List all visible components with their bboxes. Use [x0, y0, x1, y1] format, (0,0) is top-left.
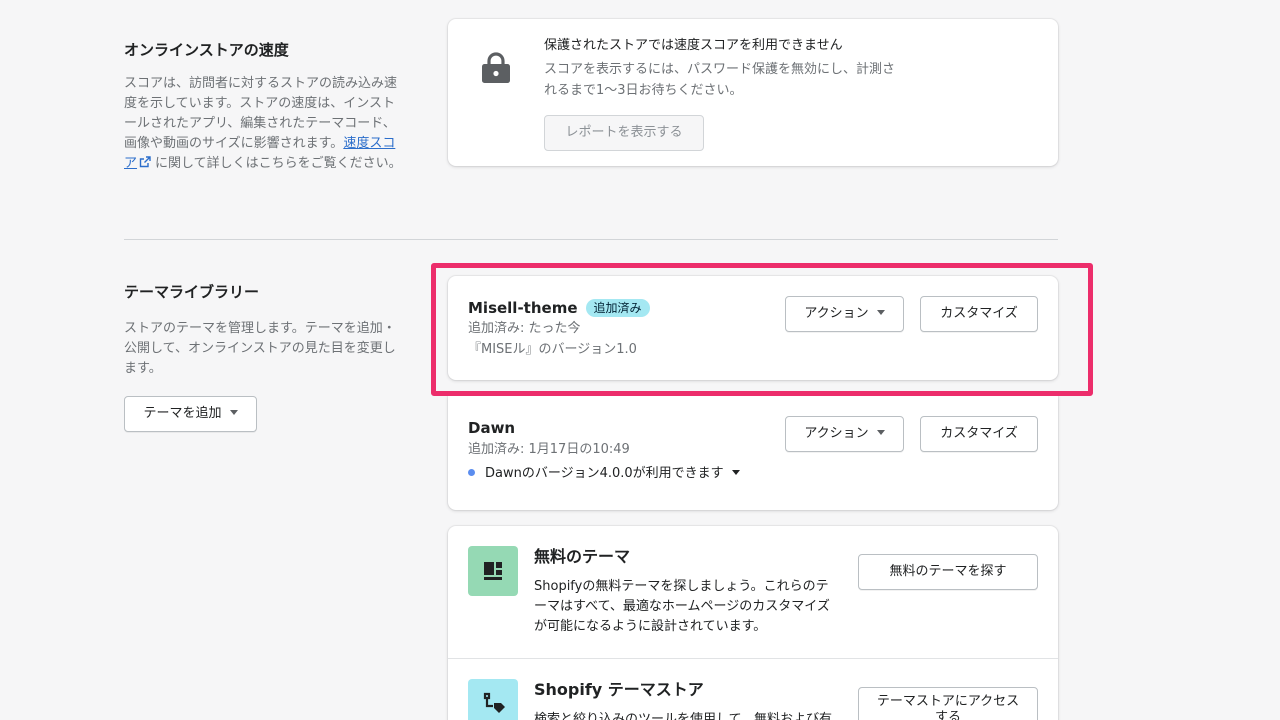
add-theme-label: テーマを追加 [143, 406, 222, 421]
theme-name-dawn: Dawn [468, 419, 516, 437]
library-section-title: テーマライブラリー [124, 283, 260, 301]
layout-icon [484, 562, 502, 580]
store-tag-icon [483, 692, 505, 713]
theme-store-title: Shopify テーマストア [534, 680, 704, 699]
visit-theme-store-button[interactable]: テーマストアにアクセスする [858, 687, 1038, 720]
speed-card-desc: スコアを表示するには、パスワード保護を無効にし、計測されるまで1〜3日お待ちくだ… [544, 62, 896, 98]
free-themes-desc: Shopifyの無料テーマを探しましょう。これらのテーマはすべて、最適なホームペ… [534, 579, 830, 634]
theme-store-desc: 検索と絞り込みのツールを使用して、無料および有料のテーマを [534, 712, 832, 720]
explore-themes-card: 無料のテーマ Shopifyの無料テーマを探しましょう。これらのテーマはすべて、… [448, 526, 1058, 720]
update-dot-icon [468, 469, 475, 476]
speed-section-desc: スコアは、訪問者に対するストアの読み込み速度を示しています。ストアの速度は、イン… [124, 74, 406, 174]
update-notice-text: Dawnのバージョン4.0.0が利用できます [485, 466, 724, 481]
chevron-down-icon [876, 430, 885, 435]
highlight-box [431, 263, 1093, 396]
library-section-desc: ストアのテーマを管理します。テーマを追加・公開して、オンラインストアの見た目を変… [124, 321, 396, 376]
action-button-dawn[interactable]: アクション [785, 416, 904, 452]
chevron-down-icon [229, 410, 238, 415]
speed-card: 保護されたストアでは速度スコアを利用できません スコアを表示するには、パスワード… [448, 19, 1058, 166]
section-divider [124, 239, 1058, 240]
speed-card-title: 保護されたストアでは速度スコアを利用できません [544, 38, 843, 53]
theme-store-tile [468, 679, 518, 720]
external-link-icon [139, 156, 151, 168]
speed-desc-text-after: に関して詳しくはこちらをご覧ください。 [155, 156, 402, 171]
action-label: アクション [804, 426, 869, 441]
view-report-button[interactable]: レポートを表示する [544, 115, 704, 151]
customize-button-dawn[interactable]: カスタマイズ [920, 416, 1038, 452]
chevron-down-icon [731, 470, 740, 475]
lock-icon [482, 52, 510, 83]
speed-section-info: オンラインストアの速度 スコアは、訪問者に対するストアの読み込み速度を示していま… [124, 40, 406, 174]
row-divider [448, 658, 1058, 659]
library-section-info: テーマライブラリー ストアのテーマを管理します。テーマを追加・公開して、オンライ… [124, 282, 406, 379]
explore-free-themes-button[interactable]: 無料のテーマを探す [858, 554, 1038, 590]
update-notice[interactable]: Dawnのバージョン4.0.0が利用できます [468, 464, 740, 484]
free-themes-title: 無料のテーマ [534, 547, 631, 566]
theme-card-dawn: Dawn 追加済み: 1月17日の10:49 Dawnのバージョン4.0.0が利… [448, 396, 1058, 510]
add-theme-button[interactable]: テーマを追加 [124, 396, 257, 432]
free-theme-tile [468, 546, 518, 596]
speed-section-title: オンラインストアの速度 [124, 41, 289, 59]
theme-added-dawn: 追加済み: 1月17日の10:49 [468, 442, 630, 457]
